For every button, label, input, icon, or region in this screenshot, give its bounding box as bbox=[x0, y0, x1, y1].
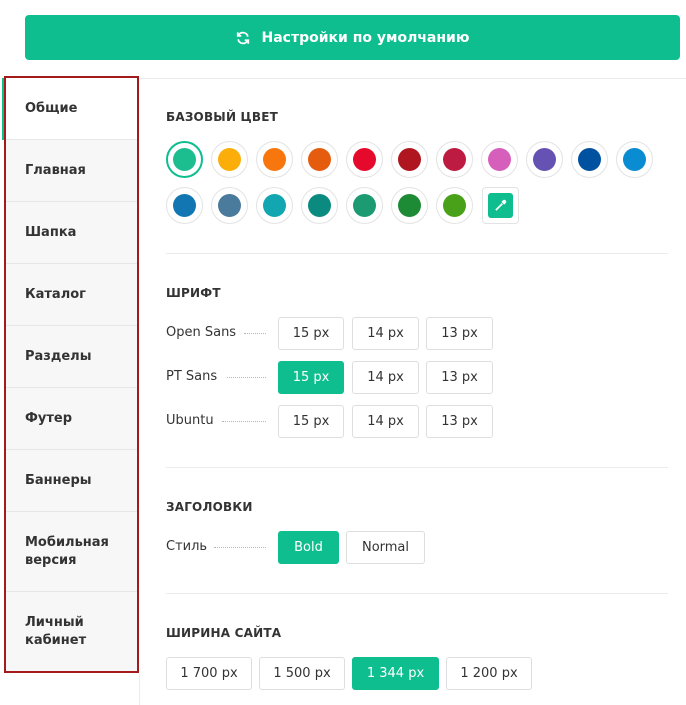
section-divider bbox=[166, 467, 668, 468]
section-divider bbox=[166, 253, 668, 254]
color-swatch[interactable] bbox=[346, 187, 383, 224]
refresh-icon bbox=[236, 31, 250, 45]
custom-color-picker-button[interactable] bbox=[482, 187, 519, 224]
sidebar-item-header[interactable]: Шапка bbox=[6, 202, 137, 264]
section-divider bbox=[166, 593, 668, 594]
sidebar-item-catalog[interactable]: Каталог bbox=[6, 264, 137, 326]
color-swatch[interactable] bbox=[391, 141, 428, 178]
color-swatch[interactable] bbox=[391, 187, 428, 224]
header-divider bbox=[140, 78, 686, 79]
font-title: ШРИФТ bbox=[166, 286, 221, 300]
color-swatch[interactable] bbox=[436, 187, 473, 224]
color-swatch[interactable] bbox=[436, 141, 473, 178]
font-size-option[interactable]: 15 px bbox=[278, 361, 344, 394]
color-swatch[interactable] bbox=[346, 141, 383, 178]
sidebar-item-sections[interactable]: Разделы bbox=[6, 326, 137, 388]
color-swatch[interactable] bbox=[571, 141, 608, 178]
sidebar-item-main[interactable]: Главная bbox=[6, 140, 137, 202]
sidebar-border bbox=[139, 673, 140, 705]
leader-dots bbox=[227, 377, 266, 378]
color-swatch[interactable] bbox=[256, 187, 293, 224]
site-width-option[interactable]: 1 500 px bbox=[259, 657, 345, 690]
font-size-option[interactable]: 13 px bbox=[426, 405, 493, 438]
color-swatch[interactable] bbox=[481, 141, 518, 178]
color-swatch[interactable] bbox=[211, 141, 248, 178]
font-name-open-sans: Open Sans bbox=[166, 325, 237, 340]
reset-defaults-button[interactable]: Настройки по умолчанию bbox=[25, 15, 680, 60]
font-size-option[interactable]: 13 px bbox=[426, 317, 493, 350]
font-size-option[interactable]: 13 px bbox=[426, 361, 493, 394]
headings-title: ЗАГОЛОВКИ bbox=[166, 500, 253, 514]
sidebar-item-footer[interactable]: Футер bbox=[6, 388, 137, 450]
leader-dots bbox=[244, 333, 266, 334]
color-swatch[interactable] bbox=[616, 141, 653, 178]
font-size-option[interactable]: 15 px bbox=[278, 405, 344, 438]
color-swatch[interactable] bbox=[211, 187, 248, 224]
base-color-title: БАЗОВЫЙ ЦВЕТ bbox=[166, 110, 279, 124]
sidebar-item-mobile[interactable]: Мобильная версия bbox=[6, 512, 137, 592]
color-swatch[interactable] bbox=[256, 141, 293, 178]
headings-style-label: Стиль bbox=[166, 539, 208, 554]
site-width-option[interactable]: 1 700 px bbox=[166, 657, 252, 690]
sidebar-item-account[interactable]: Личный кабинет bbox=[6, 592, 137, 672]
font-size-option[interactable]: 14 px bbox=[352, 317, 419, 350]
headings-normal-option[interactable]: Normal bbox=[346, 531, 425, 564]
leader-dots bbox=[222, 421, 266, 422]
site-width-option[interactable]: 1 200 px bbox=[446, 657, 532, 690]
color-swatch[interactable] bbox=[526, 141, 563, 178]
eyedropper-icon bbox=[494, 199, 507, 212]
site-width-option[interactable]: 1 344 px bbox=[352, 657, 439, 690]
leader-dots bbox=[214, 547, 266, 548]
color-swatch[interactable] bbox=[166, 141, 203, 178]
font-size-option[interactable]: 15 px bbox=[278, 317, 344, 350]
font-name-ubuntu: Ubuntu bbox=[166, 413, 214, 428]
reset-defaults-label: Настройки по умолчанию bbox=[261, 29, 470, 46]
font-name-pt-sans: PT Sans bbox=[166, 369, 218, 384]
sidebar-item-banners[interactable]: Баннеры bbox=[6, 450, 137, 512]
site-width-title: ШИРИНА САЙТА bbox=[166, 626, 282, 640]
font-size-option[interactable]: 14 px bbox=[352, 405, 419, 438]
headings-bold-option[interactable]: Bold bbox=[278, 531, 339, 564]
color-swatch[interactable] bbox=[166, 187, 203, 224]
active-tab-indicator bbox=[2, 78, 4, 140]
settings-sidebar: Общие Главная Шапка Каталог Разделы Футе… bbox=[2, 76, 139, 673]
sidebar-item-general[interactable]: Общие bbox=[6, 78, 137, 140]
color-swatch[interactable] bbox=[301, 141, 338, 178]
font-size-option[interactable]: 14 px bbox=[352, 361, 419, 394]
color-swatch[interactable] bbox=[301, 187, 338, 224]
